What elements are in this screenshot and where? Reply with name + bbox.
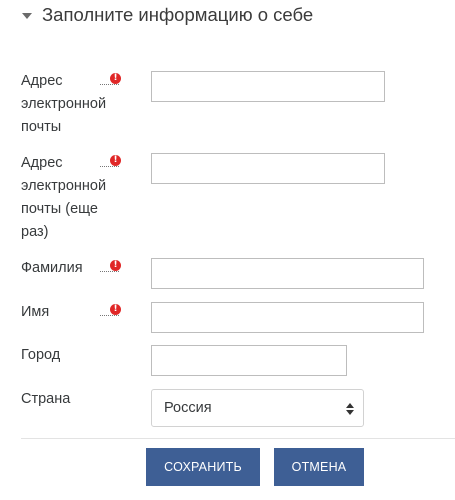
form-divider [21, 438, 455, 439]
lastname-field[interactable] [151, 258, 424, 289]
email-field[interactable] [151, 71, 385, 102]
email-again-field[interactable] [151, 153, 385, 184]
firstname-required-indicator: ! [100, 304, 121, 318]
country-select[interactable]: Россия [151, 389, 364, 427]
cancel-button[interactable]: ОТМЕНА [274, 448, 364, 486]
section-title: Заполните информацию о себе [42, 4, 314, 25]
save-button[interactable]: СОХРАНИТЬ [146, 448, 260, 486]
city-field[interactable] [151, 345, 347, 376]
sort-arrows-icon [346, 403, 354, 415]
section-toggle[interactable]: Заполните информацию о себе [22, 3, 313, 27]
exclamation-circle-icon: ! [110, 260, 121, 271]
country-label: Страна [21, 391, 71, 407]
exclamation-circle-icon: ! [110, 155, 121, 166]
exclamation-circle-icon: ! [110, 304, 121, 315]
exclamation-circle-icon: ! [110, 73, 121, 84]
caret-down-icon [22, 12, 32, 19]
city-label: Город [21, 347, 61, 363]
country-selected-value: Россия [164, 400, 212, 416]
email-required-indicator: ! [100, 73, 121, 87]
lastname-required-indicator: ! [100, 260, 121, 274]
firstname-field[interactable] [151, 302, 424, 333]
email-again-required-indicator: ! [100, 155, 121, 169]
